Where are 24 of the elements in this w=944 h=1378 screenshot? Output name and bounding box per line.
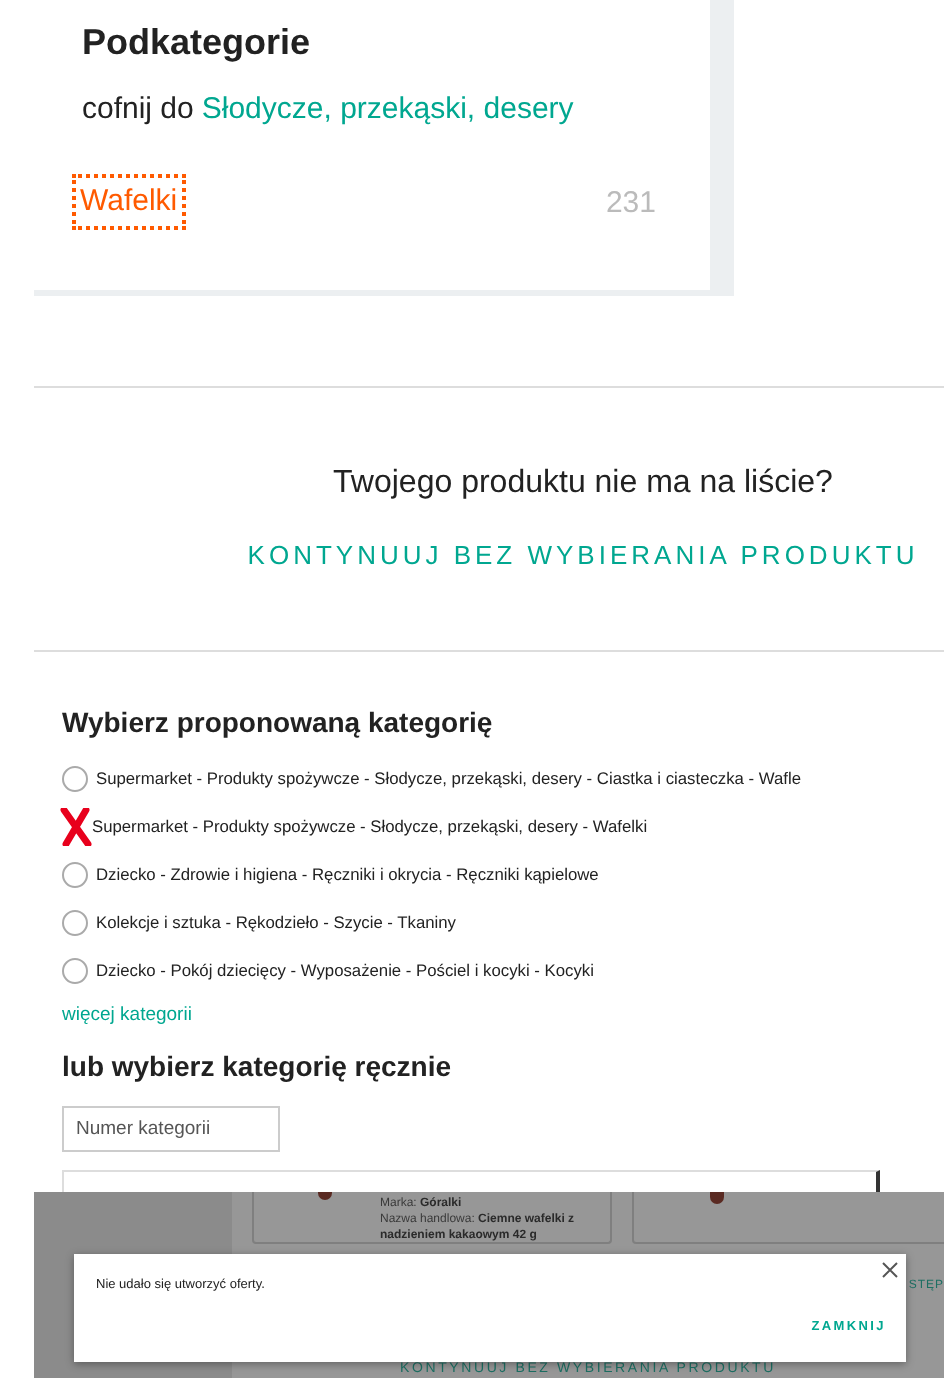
product-card[interactable] [632, 1192, 944, 1244]
photo-placeholder [710, 1192, 724, 1204]
suggested-category-title: Wybierz proponowaną kategorię [62, 704, 495, 740]
close-icon[interactable] [882, 1262, 898, 1278]
radio-button[interactable] [62, 957, 88, 983]
category-option-label[interactable]: Supermarket - Produkty spożywcze - Słodycze, przekąski, desery - Wafelki [92, 816, 648, 836]
category-option-label[interactable]: Dziecko - Zdrowie i higiena - Ręczniki i okrycia - Ręczniki kąpielowe [96, 864, 599, 884]
radio-button[interactable] [62, 861, 88, 887]
subcategories-title: Podkategorie [82, 20, 313, 64]
category-option-label[interactable]: Supermarket - Produkty spożywcze - Słodycze, przekąski, desery - Ciastka i ciasteczka - Wafle [96, 768, 801, 788]
missing-product-question: Twojego produktu nie ma na liście? [331, 464, 835, 504]
more-categories-link[interactable]: więcej kategorii [62, 1004, 192, 1026]
category-number-field[interactable]: Numer kategorii [62, 1106, 280, 1152]
radio-button[interactable] [62, 909, 88, 935]
manual-category-title: lub wybierz kategorię ręcznie [62, 1048, 454, 1084]
photo-placeholder [318, 1192, 332, 1200]
subcategory-count: 231 [605, 185, 656, 219]
continue-without-product-button[interactable]: KONTYNUUJ BEZ WYBIERANIA PRODUKTU [247, 540, 919, 570]
category-option-label[interactable]: Kolekcje i sztuka - Rękodzieło - Szycie - Tkaniny [96, 912, 456, 932]
radio-button[interactable] [62, 765, 88, 791]
back-label: cofnij do [82, 90, 194, 130]
back-link[interactable]: Słodycze, przekąski, desery [201, 90, 574, 130]
subcategory-link[interactable]: Wafelki [78, 180, 180, 224]
category-option-label[interactable]: Dziecko - Pokój dziecięcy - Wyposażenie - Pościel i kocyki - Kocyki [96, 960, 594, 980]
